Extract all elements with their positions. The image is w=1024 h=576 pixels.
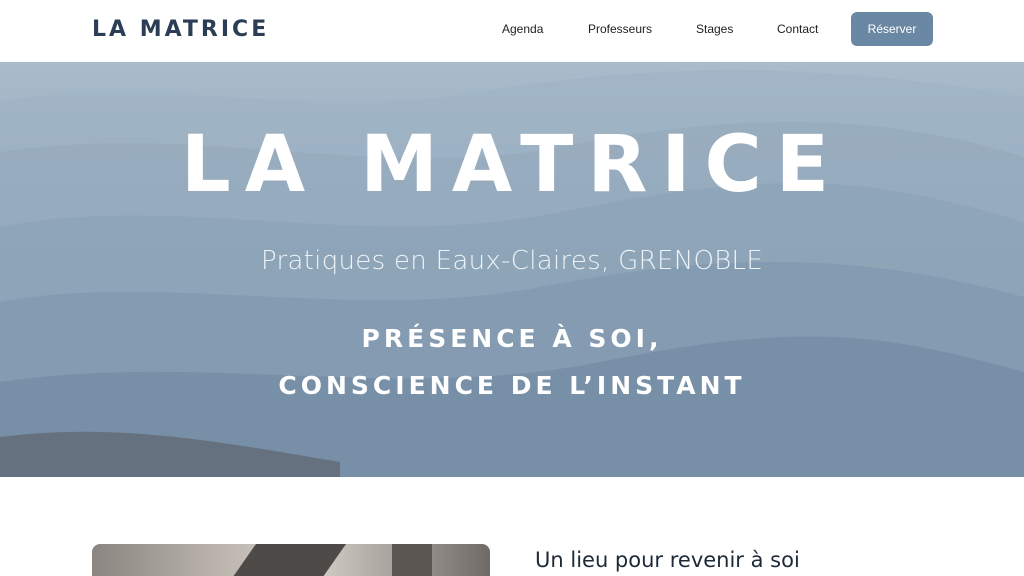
studio-photo: [92, 544, 490, 576]
section-heading: Un lieu pour revenir à soi: [535, 548, 800, 572]
hero-title: LA MATRICE: [181, 120, 843, 210]
nav-link-agenda[interactable]: Agenda: [502, 21, 543, 37]
site-header: LA MATRICE Agenda Professeurs Stages Con…: [0, 0, 1024, 62]
hero-banner: LA MATRICE Pratiques en Eaux-Claires, GR…: [0, 62, 1024, 477]
nav-link-contact[interactable]: Contact: [777, 21, 818, 37]
nav-link-stages[interactable]: Stages: [696, 21, 733, 37]
hero-subtitle: Pratiques en Eaux-Claires, GRENOBLE: [260, 246, 764, 276]
hero-tagline-line-1: PRÉSENCE À SOI,: [361, 324, 663, 353]
hero-tagline-line-2: CONSCIENCE DE L’INSTANT: [278, 371, 746, 400]
site-logo[interactable]: LA MATRICE: [92, 17, 269, 43]
reserve-button[interactable]: Réserver: [851, 12, 933, 46]
nav-link-professeurs[interactable]: Professeurs: [588, 21, 652, 37]
